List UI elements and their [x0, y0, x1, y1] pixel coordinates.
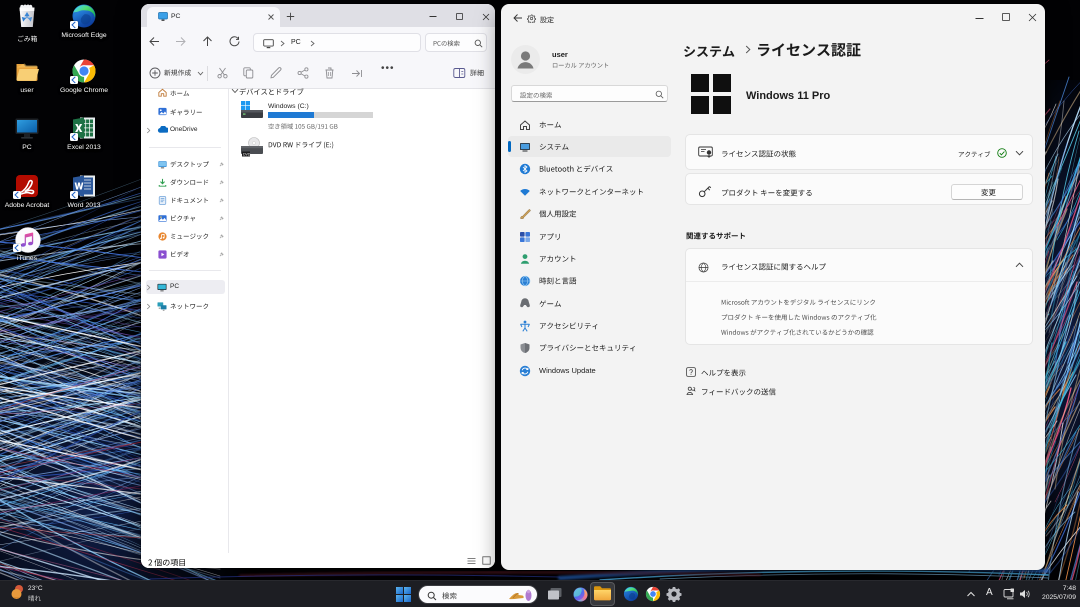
svg-text:DVD: DVD: [243, 153, 251, 157]
